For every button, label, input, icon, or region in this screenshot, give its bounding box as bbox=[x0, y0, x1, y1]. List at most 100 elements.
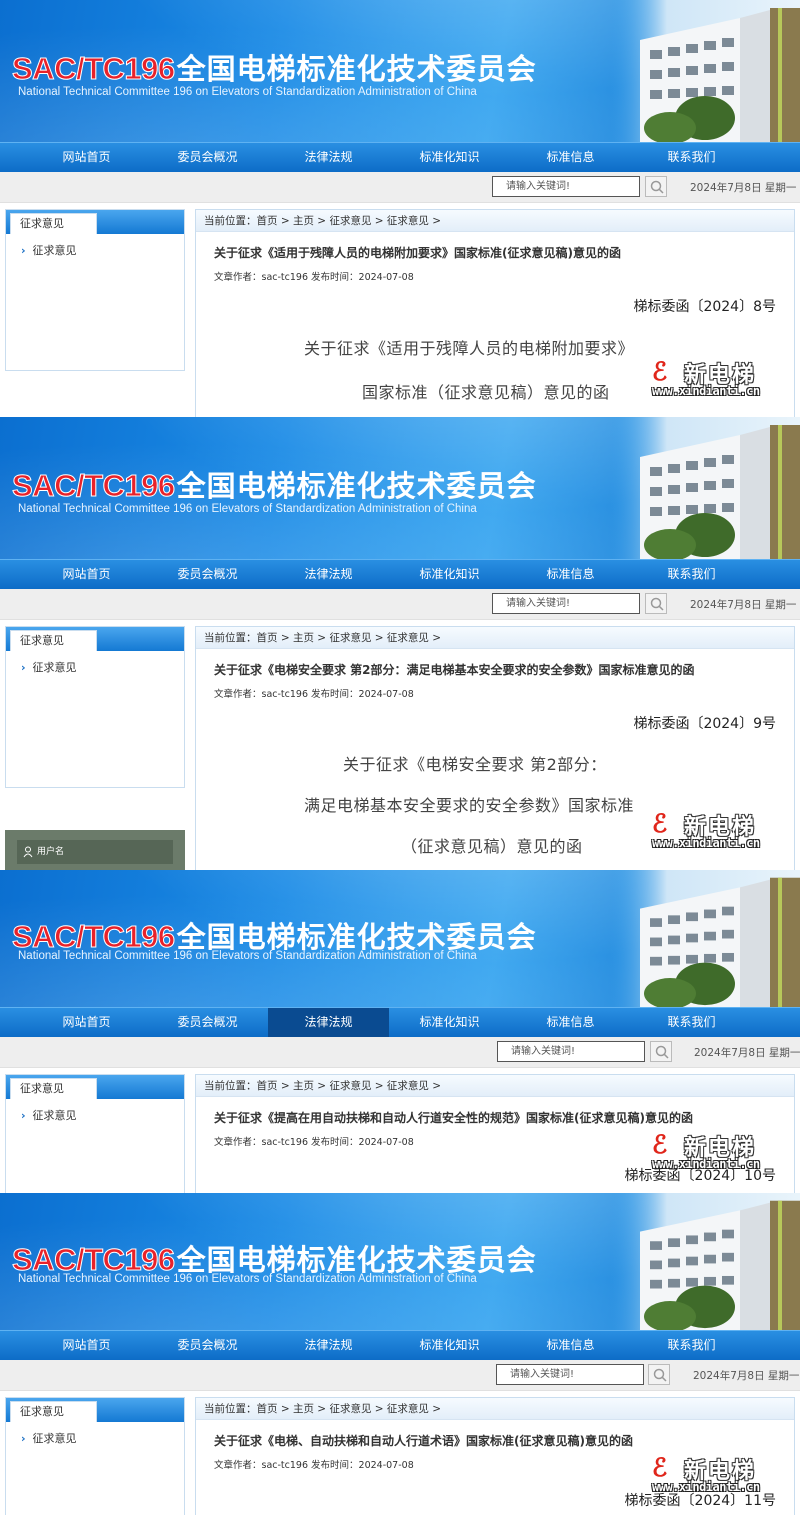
screen-4: SAC/TC196 全国电梯标准化技术委员会 National Technica… bbox=[0, 1193, 800, 1515]
letter-number: 梯标委函〔2024〕9号 bbox=[633, 716, 776, 732]
breadcrumb: 当前位置：首页 > 主页 > 征求意见 > 征求意见 > bbox=[196, 210, 794, 232]
sidebar-tab: 征求意见 bbox=[10, 1401, 97, 1422]
nav-contact[interactable]: 联系我们 bbox=[631, 1331, 752, 1360]
search-bar: 请输入关键词! 2024年7月8日 星期一 bbox=[0, 172, 800, 203]
article-title: 关于征求《提高在用自动扶梯和自动人行道安全性的规范》国家标准(征求意见稿)意见的… bbox=[214, 1111, 693, 1125]
nav-standards[interactable]: 标准信息 bbox=[510, 143, 631, 172]
watermark-logo: ℰ bbox=[652, 1453, 668, 1482]
sidebar: 征求意见 › 征求意见 bbox=[5, 1074, 185, 1193]
sidebar-header: 征求意见 bbox=[6, 1075, 184, 1099]
watermark-url: www.xindianti.cn bbox=[652, 836, 760, 850]
search-icon bbox=[650, 180, 664, 194]
breadcrumb: 当前位置：首页 > 主页 > 征求意见 > 征求意见 > bbox=[196, 1398, 794, 1420]
nav-knowledge[interactable]: 标准化知识 bbox=[389, 1331, 510, 1360]
site-code: SAC/TC196 bbox=[12, 51, 176, 87]
search-button[interactable] bbox=[645, 593, 667, 614]
watermark-logo: ℰ bbox=[652, 357, 668, 386]
nav-about[interactable]: 委员会概况 bbox=[147, 1331, 268, 1360]
current-date: 2024年7月8日 星期一 bbox=[690, 599, 797, 611]
nav-contact[interactable]: 联系我们 bbox=[631, 143, 752, 172]
sidebar-header: 征求意见 bbox=[6, 627, 184, 651]
sidebar: 征求意见 › 征求意见 bbox=[5, 1397, 185, 1515]
main-nav: 网站首页 委员会概况 法律法规 标准化知识 标准信息 联系我们 bbox=[0, 1330, 800, 1360]
sidebar-tab: 征求意见 bbox=[10, 213, 97, 234]
sidebar-header: 征求意见 bbox=[6, 1398, 184, 1422]
watermark: ℰ 新电梯 www.xindianti.cn bbox=[652, 809, 790, 851]
article-title: 关于征求《电梯安全要求 第2部分：满足电梯基本安全要求的安全参数》国家标准意见的… bbox=[214, 663, 695, 677]
search-button[interactable] bbox=[648, 1364, 670, 1385]
nav-about[interactable]: 委员会概况 bbox=[147, 1008, 268, 1037]
header-banner: SAC/TC196 全国电梯标准化技术委员会 National Technica… bbox=[0, 417, 800, 559]
search-input[interactable]: 请输入关键词! bbox=[492, 593, 640, 614]
nav-knowledge[interactable]: 标准化知识 bbox=[389, 560, 510, 589]
main-nav: 网站首页 委员会概况 法律法规 标准化知识 标准信息 联系我们 bbox=[0, 1007, 800, 1037]
building-image bbox=[610, 870, 800, 1007]
sidebar-item-label: 征求意见 bbox=[32, 1109, 77, 1122]
chevron-right-icon: › bbox=[21, 243, 26, 257]
current-date: 2024年7月8日 星期一 bbox=[693, 1370, 800, 1382]
sidebar-item-consultation[interactable]: › 征求意见 bbox=[6, 1099, 184, 1123]
user-icon bbox=[23, 846, 33, 858]
nav-contact[interactable]: 联系我们 bbox=[631, 1008, 752, 1037]
main-nav: 网站首页 委员会概况 法律法规 标准化知识 标准信息 联系我们 bbox=[0, 142, 800, 172]
site-subtitle: National Technical Committee 196 on Elev… bbox=[18, 950, 477, 962]
body-line: 国家标准（征求意见稿）意见的函 bbox=[362, 383, 610, 402]
chevron-right-icon: › bbox=[21, 1431, 26, 1445]
watermark-logo: ℰ bbox=[652, 1130, 668, 1159]
screen-3: SAC/TC196 全国电梯标准化技术委员会 National Technica… bbox=[0, 870, 800, 1193]
sidebar: 征求意见 › 征求意见 bbox=[5, 209, 185, 371]
site-subtitle: National Technical Committee 196 on Elev… bbox=[18, 86, 477, 98]
nav-about[interactable]: 委员会概况 bbox=[147, 560, 268, 589]
search-button[interactable] bbox=[650, 1041, 672, 1062]
search-bar: 请输入关键词! 2024年7月8日 星期一 bbox=[0, 1360, 800, 1391]
sidebar-item-consultation[interactable]: › 征求意见 bbox=[6, 234, 184, 258]
watermark: ℰ 新电梯 www.xindianti.cn bbox=[652, 1130, 790, 1172]
nav-home[interactable]: 网站首页 bbox=[26, 1008, 147, 1037]
sidebar-item-label: 征求意见 bbox=[32, 244, 77, 257]
nav-home[interactable]: 网站首页 bbox=[26, 1331, 147, 1360]
body-line: 满足电梯基本安全要求的安全参数》国家标准 bbox=[304, 796, 635, 815]
sidebar-tab: 征求意见 bbox=[10, 1078, 97, 1099]
nav-knowledge[interactable]: 标准化知识 bbox=[389, 143, 510, 172]
search-bar: 请输入关键词! 2024年7月8日 星期一 bbox=[0, 589, 800, 620]
nav-knowledge[interactable]: 标准化知识 bbox=[389, 1008, 510, 1037]
nav-laws[interactable]: 法律法规 bbox=[268, 1331, 389, 1360]
nav-about[interactable]: 委员会概况 bbox=[147, 143, 268, 172]
nav-laws[interactable]: 法律法规 bbox=[268, 143, 389, 172]
nav-standards[interactable]: 标准信息 bbox=[510, 1008, 631, 1037]
search-button[interactable] bbox=[645, 176, 667, 197]
sidebar-item-consultation[interactable]: › 征求意见 bbox=[6, 651, 184, 675]
breadcrumb: 当前位置：首页 > 主页 > 征求意见 > 征求意见 > bbox=[196, 627, 794, 649]
login-box: 用户名 bbox=[5, 830, 185, 870]
sidebar: 征求意见 › 征求意见 bbox=[5, 626, 185, 788]
watermark-logo: ℰ bbox=[652, 809, 668, 838]
watermark-url: www.xindianti.cn bbox=[652, 1157, 760, 1171]
nav-standards[interactable]: 标准信息 bbox=[510, 1331, 631, 1360]
article-meta: 文章作者：sac-tc196 发布时间：2024-07-08 bbox=[214, 272, 414, 283]
username-field[interactable]: 用户名 bbox=[17, 840, 173, 864]
search-input[interactable]: 请输入关键词! bbox=[497, 1041, 645, 1062]
nav-laws[interactable]: 法律法规 bbox=[268, 560, 389, 589]
sidebar-item-consultation[interactable]: › 征求意见 bbox=[6, 1422, 184, 1446]
site-subtitle: National Technical Committee 196 on Elev… bbox=[18, 1273, 477, 1285]
watermark: ℰ 新电梯 www.xindianti.cn bbox=[652, 1453, 790, 1495]
nav-laws[interactable]: 法律法规 bbox=[268, 1008, 389, 1037]
body-line: 关于征求《电梯安全要求 第2部分： bbox=[343, 755, 607, 774]
header-banner: SAC/TC196 全国电梯标准化技术委员会 National Technica… bbox=[0, 870, 800, 1007]
building-image bbox=[610, 0, 800, 142]
screen-2: SAC/TC196 全国电梯标准化技术委员会 National Technica… bbox=[0, 417, 800, 870]
search-input[interactable]: 请输入关键词! bbox=[496, 1364, 644, 1385]
username-label: 用户名 bbox=[37, 847, 65, 857]
nav-home[interactable]: 网站首页 bbox=[26, 560, 147, 589]
building-image bbox=[610, 1193, 800, 1330]
site-title: SAC/TC196 全国电梯标准化技术委员会 bbox=[12, 46, 537, 88]
building-image bbox=[610, 417, 800, 559]
search-input[interactable]: 请输入关键词! bbox=[492, 176, 640, 197]
screen-1: SAC/TC196 全国电梯标准化技术委员会 National Technica… bbox=[0, 0, 800, 417]
nav-contact[interactable]: 联系我们 bbox=[631, 560, 752, 589]
letter-number: 梯标委函〔2024〕8号 bbox=[633, 299, 776, 315]
body-line: （征求意见稿）意见的函 bbox=[401, 837, 583, 856]
nav-standards[interactable]: 标准信息 bbox=[510, 560, 631, 589]
nav-home[interactable]: 网站首页 bbox=[26, 143, 147, 172]
breadcrumb: 当前位置：首页 > 主页 > 征求意见 > 征求意见 > bbox=[196, 1075, 794, 1097]
